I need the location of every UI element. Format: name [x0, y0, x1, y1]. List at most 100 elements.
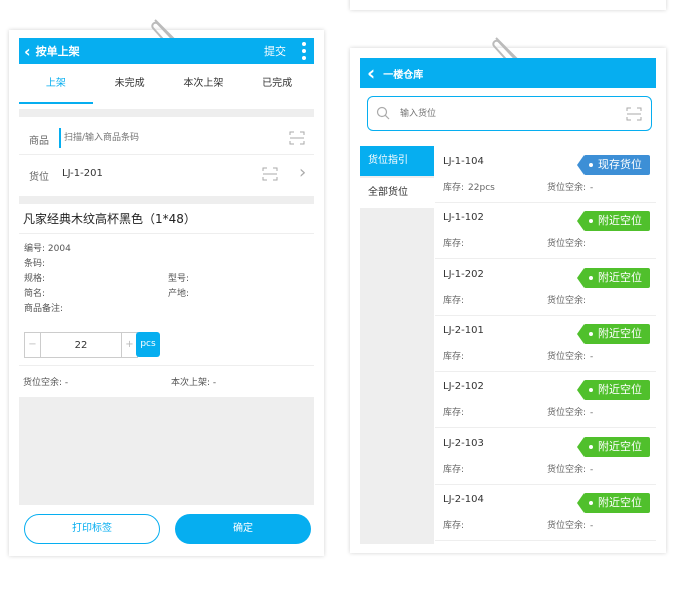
location-stock: 库存: 22pcs [443, 180, 495, 193]
this-putaway-summary: 本次上架: - [171, 375, 216, 388]
location-status-tag: 附近空位 [577, 492, 650, 513]
space-label: 货位空余: [547, 351, 587, 362]
location-stock: 库存: [443, 293, 468, 306]
left-phone-screen: ‹ 按单上架 提交 上架 未完成 本次上架 已完成 商品 货位 LJ-1-201… [9, 19, 324, 556]
location-stock: 库存: [443, 462, 468, 475]
goods-row: 商品 [19, 122, 314, 155]
stock-label: 库存: [443, 183, 465, 193]
location-name: LJ-2-103 [443, 437, 484, 449]
scan-icon[interactable] [289, 131, 305, 145]
tag-dot [589, 444, 593, 449]
divider-line [19, 365, 314, 366]
stock-value: 22pcs [468, 183, 495, 193]
remark-label: 商品备注: [24, 304, 64, 314]
location-status-tag: 附近空位 [577, 380, 650, 401]
unit-button[interactable]: pcs [136, 332, 160, 357]
page-title: 按单上架 [35, 45, 80, 58]
space-label: 货位空余: [547, 295, 587, 306]
previous-card-fragment [350, 0, 666, 10]
empty-space-summary: 货位空余: - [23, 375, 68, 388]
tag-dot [589, 388, 593, 393]
more-icon[interactable] [302, 42, 306, 60]
tag-label: 附近空位 [598, 326, 642, 340]
location-list-item[interactable]: LJ-1-104 库存: 22pcs 货位空余: - 现存货位 [435, 146, 656, 203]
tag-dot [589, 219, 593, 224]
product-details: 编号: 2004 条码: 规格: 型号: 简名: 产地: 商品备注: [24, 242, 304, 317]
minus-button[interactable]: − [25, 333, 41, 357]
location-list-item[interactable]: LJ-2-102 库存: 货位空余: - 附近空位 [435, 371, 656, 429]
tab-label: 未完成 [114, 78, 145, 89]
location-status-tag: 现存货位 [577, 155, 650, 175]
empty-content-area [19, 397, 314, 505]
location-list-item[interactable]: LJ-1-102 库存: 货位空余: 附近空位 [435, 202, 656, 260]
tab-putaway[interactable]: 上架 [19, 66, 93, 104]
print-label-button[interactable]: 打印标签 [24, 514, 160, 544]
product-name: 凡家经典木纹高杯黑色（1*48） [23, 212, 196, 226]
submit-button[interactable]: 提交 [264, 43, 286, 59]
location-space: 货位空余: [547, 236, 590, 249]
space-value: - [590, 351, 594, 362]
location-status-tag: 附近空位 [577, 267, 650, 288]
side-item-label: 货位指引 [368, 155, 408, 166]
confirm-button[interactable]: 确定 [175, 514, 311, 544]
stock-label: 库存: [443, 239, 465, 250]
stock-label: 库存: [443, 295, 465, 306]
location-space: 货位空余: - [547, 405, 593, 418]
code-line: 编号: 2004 [24, 242, 304, 257]
tab-this-time[interactable]: 本次上架 [167, 66, 241, 104]
space-value: - [590, 408, 594, 419]
tab-label: 上架 [45, 78, 66, 89]
location-name: LJ-1-102 [443, 212, 484, 224]
location-value[interactable]: LJ-1-201 [62, 168, 103, 179]
location-list-item[interactable]: LJ-2-103 库存: 货位空余: - 附近空位 [435, 428, 656, 485]
location-name: LJ-1-104 [443, 156, 484, 167]
location-stock: 库存: [443, 518, 468, 531]
goods-barcode-input[interactable] [59, 128, 286, 148]
side-item-all-locations[interactable]: 全部货位 [360, 178, 434, 208]
quantity-value[interactable]: 22 [41, 340, 121, 351]
search-box [367, 96, 652, 131]
space-label: 货位空余: [547, 408, 587, 419]
location-space: 货位空余: [547, 293, 590, 306]
this-putaway-label: 本次上架: [171, 378, 211, 388]
location-name: LJ-2-101 [443, 324, 484, 336]
location-status-tag: 附近空位 [577, 436, 650, 457]
space-label: 货位空余: [547, 183, 587, 193]
location-space: 货位空余: - [547, 349, 593, 362]
location-row: 货位 LJ-1-201 › [19, 157, 314, 191]
location-list-item[interactable]: LJ-1-202 库存: 货位空余: 附近空位 [435, 259, 656, 316]
back-icon[interactable]: ‹ [367, 61, 375, 85]
short-name-line: 简名: 产地: [24, 287, 304, 302]
scan-icon[interactable] [626, 107, 642, 121]
plus-button[interactable]: + [121, 333, 137, 357]
tab-bar: 上架 未完成 本次上架 已完成 [19, 66, 314, 104]
location-name: LJ-1-202 [443, 268, 484, 280]
tab-unfinished[interactable]: 未完成 [93, 66, 167, 104]
code-value: 2004 [47, 244, 71, 254]
app-header: ‹ 一楼仓库 [360, 58, 656, 88]
side-item-location-guide[interactable]: 货位指引 [360, 146, 434, 176]
spec-label: 规格: [24, 274, 46, 284]
quantity-stepper: − 22 + [24, 332, 138, 358]
location-space: 货位空余: - [547, 180, 593, 193]
location-space: 货位空余: - [547, 518, 593, 531]
short-name-label: 简名: [24, 289, 46, 299]
tag-label: 现存货位 [598, 158, 642, 171]
tab-finished[interactable]: 已完成 [240, 66, 314, 104]
back-icon[interactable]: ‹ [24, 42, 31, 61]
chevron-right-icon[interactable]: › [299, 162, 306, 183]
side-menu: 货位指引 全部货位 [360, 146, 434, 544]
empty-space-value: - [64, 378, 69, 388]
location-list-item[interactable]: LJ-2-101 库存: 货位空余: - 附近空位 [435, 315, 656, 372]
spec-line: 规格: 型号: [24, 272, 304, 287]
location-search-input[interactable] [398, 104, 612, 124]
tag-dot [589, 331, 593, 336]
space-value: - [590, 183, 594, 193]
location-stock: 库存: [443, 349, 468, 362]
scan-icon[interactable] [262, 167, 278, 181]
stock-label: 库存: [443, 408, 465, 419]
location-stock: 库存: [443, 236, 468, 249]
divider-band [19, 196, 314, 204]
stock-label: 库存: [443, 351, 465, 362]
location-list-item[interactable]: LJ-2-104 库存: 货位空余: - 附近空位 [435, 484, 656, 541]
